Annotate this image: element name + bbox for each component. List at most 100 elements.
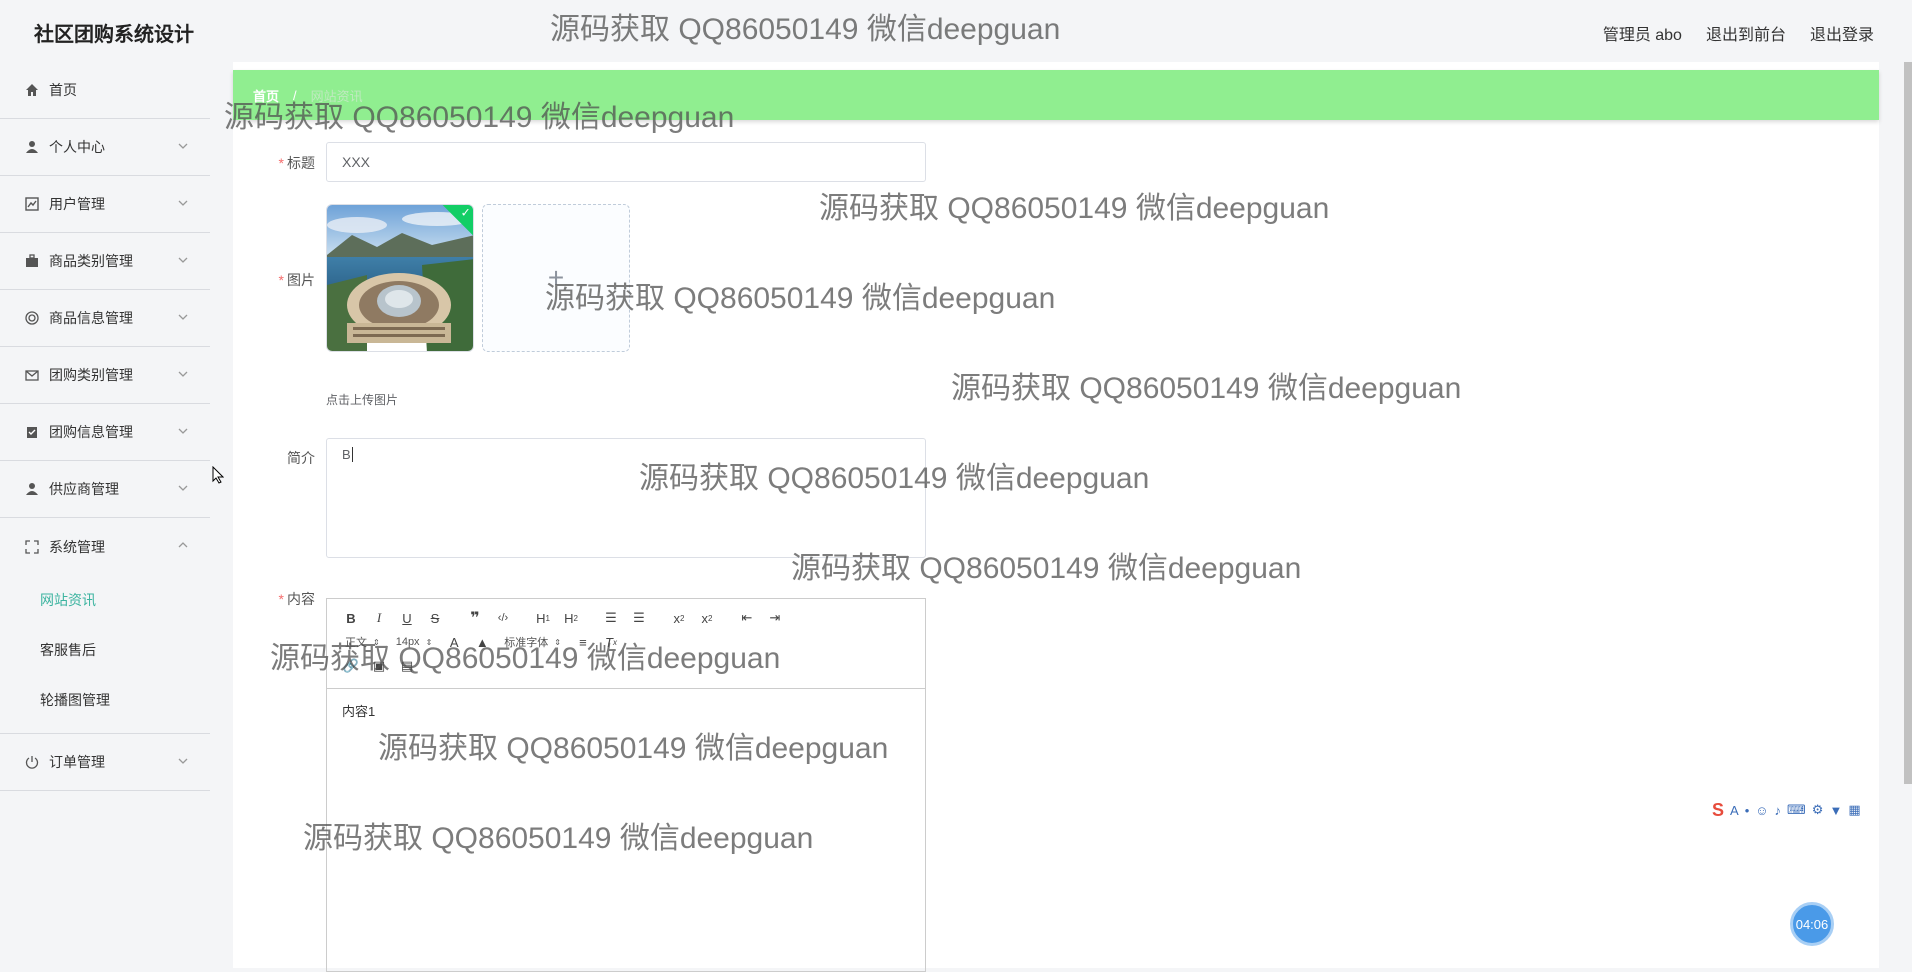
font-family-select[interactable]: 标准字体 ⇕ [496,631,569,653]
upload-tip: 点击上传图片 [326,393,399,407]
sidebar-item-label: 个人中心 [49,139,105,155]
code-block-icon[interactable]: ‹/› [489,607,517,629]
content-label-text: 内容 [287,591,315,607]
updown-icon: ⇕ [554,637,561,647]
clipboard-icon [24,424,40,440]
background-color-icon[interactable]: ▲ [468,631,496,653]
heading1-icon[interactable]: H1 [529,607,557,629]
font-color-icon[interactable]: A [440,631,468,653]
scrollbar[interactable] [1904,62,1912,784]
bold-icon[interactable]: B [337,607,365,629]
breadcrumb-separator: / [293,87,297,103]
blockquote-icon[interactable]: ❞ [461,607,489,629]
mouse-cursor-icon [212,466,224,484]
microphone-icon: ♪ [1774,802,1782,818]
breadcrumb: 首页 / 网站资讯 [233,70,1879,120]
heading-select-value: 正文 [345,637,367,649]
upload-image-button[interactable]: + [482,204,630,352]
target-icon [24,310,40,326]
sidebar-item-supplier[interactable]: 供应商管理 [0,461,210,518]
sidebar: 首页 个人中心 用户管理 商品类别管理 商品信息管理 团购类别管理 团购信息管理… [0,62,210,972]
ime-punct-icon: • [1744,802,1750,818]
align-icon[interactable]: ≡ [569,631,597,653]
font-family-select-value: 标准字体 [504,637,549,649]
video-icon[interactable]: ▤ [393,655,421,677]
home-icon [24,82,40,98]
sidebar-item-group-category[interactable]: 团购类别管理 [0,347,210,404]
heading-select[interactable]: 正文 ⇕ [337,631,388,653]
breadcrumb-home[interactable]: 首页 [253,86,279,105]
top-bar: 社区团购系统设计 管理员 abo 退出到前台 退出登录 [0,0,1912,62]
shirt-icon: ▼ [1829,802,1843,818]
power-icon [24,754,40,770]
sidebar-subitem-news[interactable]: 网站资讯 [0,575,210,625]
indent-icon[interactable]: ⇥ [761,607,789,629]
content-label: * 内容 [235,589,315,609]
chevron-down-icon [178,485,188,491]
intro-label-text: 简介 [287,450,315,466]
sidebar-item-personal[interactable]: 个人中心 [0,119,210,176]
chevron-down-icon [178,314,188,320]
recording-timer: 04:06 [1790,902,1834,946]
title-input-value: XXX [342,154,371,170]
title-input[interactable]: XXX [326,142,926,182]
uploaded-image-thumbnail[interactable]: ✓ [326,204,474,352]
required-mark: * [278,155,284,171]
outdent-icon[interactable]: ⇤ [733,607,761,629]
image-icon[interactable]: ▣ [365,655,393,677]
subscript-icon[interactable]: x2 [665,607,693,629]
bullet-list-icon[interactable]: ☰ [625,607,653,629]
logout-link[interactable]: 退出登录 [1810,21,1874,45]
ordered-list-icon[interactable]: ☰ [597,607,625,629]
clear-format-icon[interactable]: Tx [597,631,625,653]
sidebar-item-orders[interactable]: 订单管理 [0,734,210,791]
toolbar-row-1: B I U S ❞ ‹/› H1 H2 ☰ ☰ x2 x2 ⇤ ⇥ [337,607,915,629]
sidebar-item-home[interactable]: 首页 [0,62,210,119]
strike-icon[interactable]: S [421,607,449,629]
italic-icon[interactable]: I [365,607,393,629]
toolbar-row-2: 正文 ⇕ 14px ⇕ A ▲ 标准字体 ⇕ ≡ Tx [337,631,915,653]
sidebar-subitem-carousel[interactable]: 轮播图管理 [0,675,210,725]
superscript-icon[interactable]: x2 [693,607,721,629]
sidebar-item-label: 供应商管理 [49,481,119,497]
title-label-text: 标题 [287,155,315,171]
size-select-value: 14px [395,636,420,648]
sidebar-item-goods-category[interactable]: 商品类别管理 [0,233,210,290]
header-links: 管理员 abo 退出到前台 退出登录 [1603,21,1874,45]
sidebar-subitem-service[interactable]: 客服售后 [0,625,210,675]
sidebar-item-goods-info[interactable]: 商品信息管理 [0,290,210,347]
chevron-down-icon [178,371,188,377]
sidebar-item-group-info[interactable]: 团购信息管理 [0,404,210,461]
system-submenu: 网站资讯 客服售后 轮播图管理 [0,575,210,734]
required-mark: * [278,591,284,607]
link-icon[interactable]: 🔗 [337,655,365,677]
rich-text-editor: B I U S ❞ ‹/› H1 H2 ☰ ☰ x2 x2 ⇤ ⇥ 正文 ⇕ 14… [326,598,926,972]
sidebar-item-label: 订单管理 [49,754,105,770]
heading2-icon[interactable]: H2 [557,607,585,629]
chevron-down-icon [178,200,188,206]
text-caret [351,447,353,462]
user-label: 管理员 abo [1602,27,1682,44]
fullscreen-icon [24,539,40,555]
image-label-text: 图片 [287,272,315,288]
ime-toolbar[interactable]: S A • ☺ ♪ ⌨ ⚙ ▼ ▦ [1712,797,1912,823]
underline-icon[interactable]: U [393,607,421,629]
app-title: 社区团购系统设计 [34,24,194,46]
briefcase-icon [24,253,40,269]
editor-content[interactable]: 内容1 [327,689,925,732]
intro-label: 简介 [235,448,315,468]
frontend-link[interactable]: 退出到前台 [1706,21,1786,45]
sidebar-item-users[interactable]: 用户管理 [0,176,210,233]
updown-icon: ⇕ [373,637,380,647]
breadcrumb-current: 网站资讯 [310,88,363,104]
size-select[interactable]: 14px ⇕ [388,631,441,653]
title-label: * 标题 [235,153,315,173]
intro-textarea[interactable]: B [326,438,926,558]
intro-value: B [342,447,351,462]
plus-icon: + [547,262,565,293]
sidebar-item-label: 用户管理 [49,196,105,212]
user-icon [24,139,40,155]
settings-icon: ⚙ [1811,802,1824,817]
sidebar-item-system[interactable]: 系统管理 [0,518,210,575]
chevron-down-icon [178,143,188,149]
